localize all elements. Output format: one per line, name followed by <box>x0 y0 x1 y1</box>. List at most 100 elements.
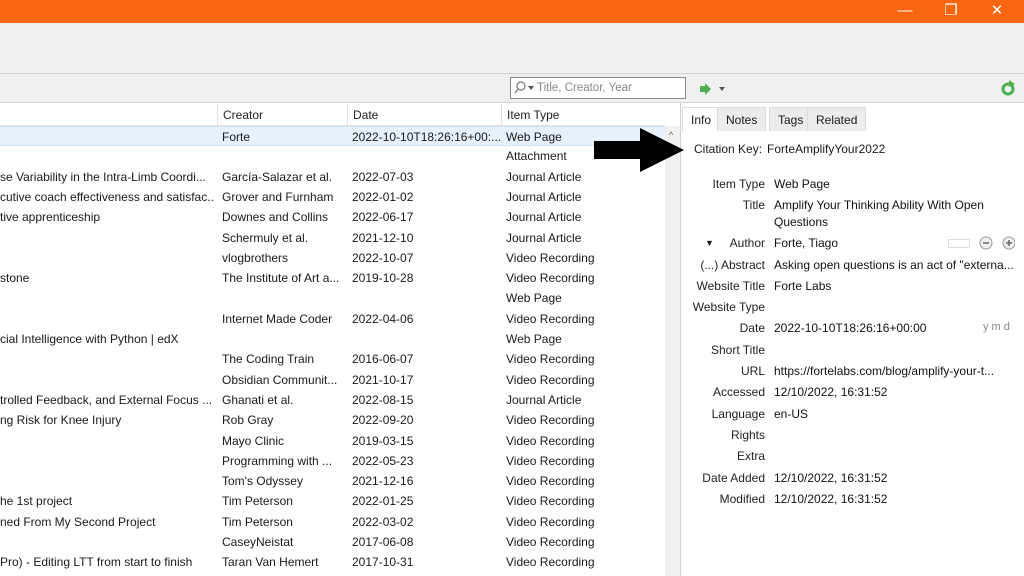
cell-creator: vlogbrothers <box>222 250 289 265</box>
cell-title: trolled Feedback, and External Focus ... <box>0 392 213 407</box>
field-label: URL <box>740 364 765 378</box>
cell-date: 2016-06-07 <box>352 352 414 367</box>
annotation-arrow-icon <box>594 128 684 172</box>
cell-date: 2019-10-28 <box>352 271 414 286</box>
cell-date: 2021-12-16 <box>352 474 414 489</box>
cell-type: Journal Article <box>506 392 582 407</box>
column-date[interactable]: Date <box>347 104 501 126</box>
cell-date: 2021-10-17 <box>352 372 414 387</box>
field-label: Website Title <box>696 279 765 293</box>
cell-date: 2019-03-15 <box>352 433 414 448</box>
field-label: Short Title <box>710 343 765 357</box>
cell-type: Video Recording <box>506 311 595 326</box>
cell-creator: Forte <box>222 130 251 144</box>
citation-key-label: Citation Key: <box>694 142 763 156</box>
creator-type-switch[interactable] <box>948 239 970 248</box>
tab-related[interactable]: Related <box>807 107 867 131</box>
table-row[interactable]: trolled Feedback, and External Focus ...… <box>0 390 665 410</box>
field-value[interactable]: 12/10/2022, 16:31:52 <box>774 385 1014 399</box>
field-label: Language <box>711 407 765 421</box>
table-row[interactable]: Schermuly et al. 2021-12-10 Journal Articl… <box>0 228 665 248</box>
table-row[interactable]: cial Intelligence with Python | edX Web P… <box>0 329 665 349</box>
table-row[interactable]: Internet Made Coder 2022-04-06 Video Recor… <box>0 309 665 329</box>
cell-title: Pro) - Editing LTT from start to finish <box>0 555 193 570</box>
author-buttons <box>979 236 1015 250</box>
table-row[interactable]: Forte 2022-10-10T18:26:16+00:... Web Page <box>0 126 665 146</box>
collapse-creators-icon[interactable]: ▼ <box>705 238 714 248</box>
field-value[interactable]: Forte, Tiago <box>774 236 1014 250</box>
cell-creator: Downes and Collins <box>222 210 329 225</box>
date-format-indicator: y m d <box>983 321 1010 333</box>
field-label: Date <box>739 321 765 335</box>
title-bar <box>0 0 1024 23</box>
cell-date: 2022-03-02 <box>352 514 414 529</box>
field-value[interactable]: Web Page <box>774 177 1014 191</box>
tab-notes[interactable]: Notes <box>717 107 767 131</box>
cell-date: 2022-05-23 <box>352 453 414 468</box>
table-row[interactable]: Obsidian Communit... 2021-10-17 Video Reco… <box>0 370 665 390</box>
column-creator[interactable]: Creator <box>217 104 347 126</box>
cell-type: Web Page <box>506 332 562 346</box>
cell-creator: The Coding Train <box>222 352 315 367</box>
table-row[interactable]: ng Risk for Knee Injury Rob Gray 2022-09-2… <box>0 410 665 430</box>
cell-type: Video Recording <box>506 271 595 286</box>
search-icon[interactable] <box>514 81 536 95</box>
citation-key-value[interactable]: ForteAmplifyYour2022 <box>767 142 885 156</box>
cell-date: 2022-10-10T18:26:16+00:... <box>352 130 502 144</box>
sync-icon[interactable] <box>1000 80 1016 96</box>
table-row[interactable]: he 1st project Tim Peterson 2022-01-25 Vide… <box>0 491 665 511</box>
close-button[interactable]: ✕ <box>974 0 1020 23</box>
table-row[interactable]: CaseyNeistat 2017-06-08 Video Recording <box>0 532 665 552</box>
plus-icon <box>1002 236 1015 250</box>
table-row[interactable]: Pro) - Editing LTT from start to finish T… <box>0 552 665 572</box>
table-row[interactable]: The Coding Train 2016-06-07 Video Recordin… <box>0 349 665 369</box>
table-row[interactable]: Programming with ... 2022-05-23 Video Reco… <box>0 451 665 471</box>
table-row[interactable]: stone The Institute of Art a... 2019-10-28… <box>0 268 665 288</box>
field-value[interactable]: en-US <box>774 407 1014 421</box>
field-value[interactable]: 2022-10-10T18:26:16+00:00 <box>774 321 1014 335</box>
table-row[interactable]: Attachment <box>0 146 665 166</box>
table-row[interactable]: Tom's Odyssey 2021-12-16 Video Recording <box>0 471 665 491</box>
table-row[interactable]: se Variability in the Intra-Limb Coordi.… <box>0 167 665 187</box>
search-input[interactable]: Title, Creator, Year <box>510 77 686 99</box>
field-value[interactable]: Amplify Your Thinking Ability With Open <box>774 198 999 212</box>
field-value[interactable]: 12/10/2022, 16:31:52 <box>774 492 1014 506</box>
field-value[interactable]: Questions <box>774 215 999 229</box>
tab-tags[interactable]: Tags <box>769 107 813 131</box>
table-row[interactable]: tive apprenticeship Downes and Collins 202… <box>0 207 665 227</box>
cell-type: Video Recording <box>506 494 595 509</box>
cell-date: 2022-08-15 <box>352 392 414 407</box>
cell-date: 2022-06-17 <box>352 210 414 225</box>
restore-button[interactable]: ❐ <box>928 0 974 23</box>
minimize-button[interactable]: — <box>882 0 928 23</box>
table-row[interactable]: vlogbrothers 2022-10-07 Video Recording <box>0 248 665 268</box>
cell-date: 2022-04-06 <box>352 311 414 326</box>
cell-date: 2022-07-03 <box>352 169 414 184</box>
field-value[interactable]: Asking open questions is an act of "exte… <box>774 258 1014 272</box>
cell-date: 2022-01-02 <box>352 189 414 204</box>
cell-creator: Grover and Furnham <box>222 189 334 204</box>
cell-type: Journal Article <box>506 230 582 245</box>
field-label: Author <box>729 236 765 250</box>
table-row[interactable]: Mayo Clinic 2019-03-15 Video Recording <box>0 431 665 451</box>
column-item-type[interactable]: Item Type <box>501 104 665 126</box>
cell-title: cial Intelligence with Python | edX <box>0 332 179 346</box>
cell-creator: Obsidian Communit... <box>222 372 338 387</box>
tab-info[interactable]: Info <box>682 107 721 131</box>
cell-creator: Tom's Odyssey <box>222 474 303 489</box>
locate-arrow-icon[interactable] <box>700 83 730 95</box>
cell-creator: Tim Peterson <box>222 514 293 529</box>
field-value[interactable]: 12/10/2022, 16:31:52 <box>774 471 1014 485</box>
field-label: Item Type <box>712 177 765 191</box>
cell-creator: Internet Made Coder <box>222 311 333 326</box>
table-row[interactable]: ned From My Second Project Tim Peterson 20… <box>0 512 665 532</box>
table-row[interactable]: cutive coach effectiveness and satisfac.… <box>0 187 665 207</box>
field-value[interactable]: https://fortelabs.com/blog/amplify-your-… <box>774 364 1014 378</box>
cell-title: ned From My Second Project <box>0 514 156 529</box>
field-value[interactable]: Forte Labs <box>774 279 1014 293</box>
cell-date: 2017-06-08 <box>352 535 414 549</box>
minus-icon <box>979 236 993 250</box>
cell-type: Video Recording <box>506 372 595 387</box>
cell-title: ng Risk for Knee Injury <box>0 413 122 428</box>
table-row[interactable]: Web Page <box>0 288 665 308</box>
